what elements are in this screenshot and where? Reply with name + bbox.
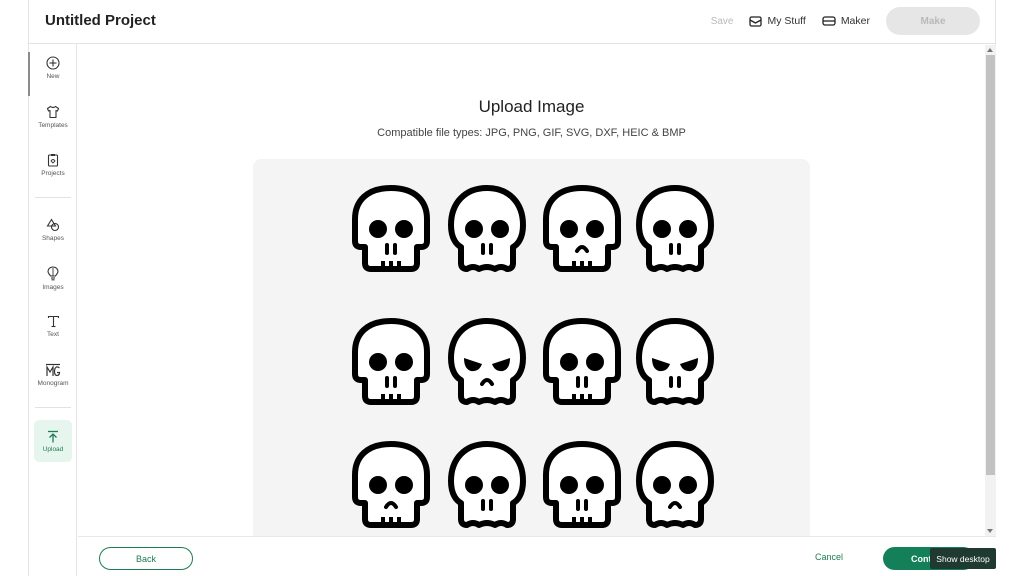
maker-label: Maker [840,15,870,27]
cancel-button[interactable]: Cancel [815,552,843,562]
save-button[interactable]: Save [711,16,734,27]
make-button[interactable]: Make [886,7,980,35]
clipboard-icon [47,154,59,167]
top-header: Untitled Project Save My Stuff Maker Mak… [29,0,996,44]
machine-icon [822,16,836,26]
back-button[interactable]: Back [99,547,193,570]
sidebar-item-projects[interactable]: Projects [29,153,77,177]
sidebar-divider [35,407,71,408]
sidebar-item-label: Images [42,284,64,291]
plus-circle-icon [46,56,60,70]
footer-bar: Back Cancel Cont [78,536,996,576]
sidebar-item-label: Templates [38,122,68,129]
skull-icon [633,316,717,410]
compatible-file-types: Compatible file types: JPG, PNG, GIF, SV… [377,127,686,139]
skull-icon [540,316,624,410]
sidebar-item-label: Shapes [41,235,65,242]
sidebar-item-monogram[interactable]: Monogram [29,363,77,387]
show-desktop-tooltip: Show desktop [930,548,996,569]
upload-icon [48,430,58,442]
sidebar-item-label: Projects [41,170,65,177]
text-icon [47,315,59,328]
sidebar-item-label: New [46,73,60,80]
skull-icon [633,183,717,277]
sidebar-item-new[interactable]: New [29,56,77,80]
skull-icon [540,183,624,277]
sidebar-divider [35,197,71,198]
skull-icon [349,183,433,277]
sidebar-item-label: Monogram [37,380,69,387]
desktop-background [996,0,1024,576]
app-window: Untitled Project Save My Stuff Maker Mak… [28,0,996,576]
inbox-icon [749,15,763,27]
sidebar-item-shapes[interactable]: Shapes [29,218,77,242]
my-stuff-button[interactable]: My Stuff [749,15,806,27]
scrollbar-thumb[interactable] [986,55,995,475]
skull-icon [445,316,529,410]
image-preview [253,159,810,536]
my-stuff-label: My Stuff [767,15,806,27]
lightbulb-icon [47,266,59,281]
header-actions: Save My Stuff Maker Make [711,7,980,35]
project-title[interactable]: Untitled Project [45,12,156,29]
page-title: Upload Image [478,97,585,116]
skull-icon [445,439,529,533]
shapes-icon [46,218,60,232]
sidebar-item-images[interactable]: Images [29,266,77,291]
skull-icon [445,183,529,277]
upload-panel: Upload Image Compatible file types: JPG,… [78,45,985,536]
skull-icon [349,439,433,533]
sidebar-item-label: Upload [42,445,64,453]
sidebar-item-upload[interactable]: Upload [34,420,72,462]
monogram-icon [46,363,61,377]
scroll-up-arrow-icon[interactable] [987,48,993,52]
skull-icon [633,439,717,533]
vertical-scrollbar[interactable] [985,45,996,536]
sidebar-item-label: Text [47,331,59,338]
maker-button[interactable]: Maker [822,15,870,27]
shirt-icon [46,105,60,119]
skull-icon [540,439,624,533]
skull-icon [349,316,433,410]
scroll-down-arrow-icon[interactable] [987,529,993,533]
sidebar-item-templates[interactable]: Templates [29,105,77,129]
sidebar-item-text[interactable]: Text [29,315,77,338]
left-sidebar: New Templates Projects Shapes Images Tex… [28,44,77,576]
